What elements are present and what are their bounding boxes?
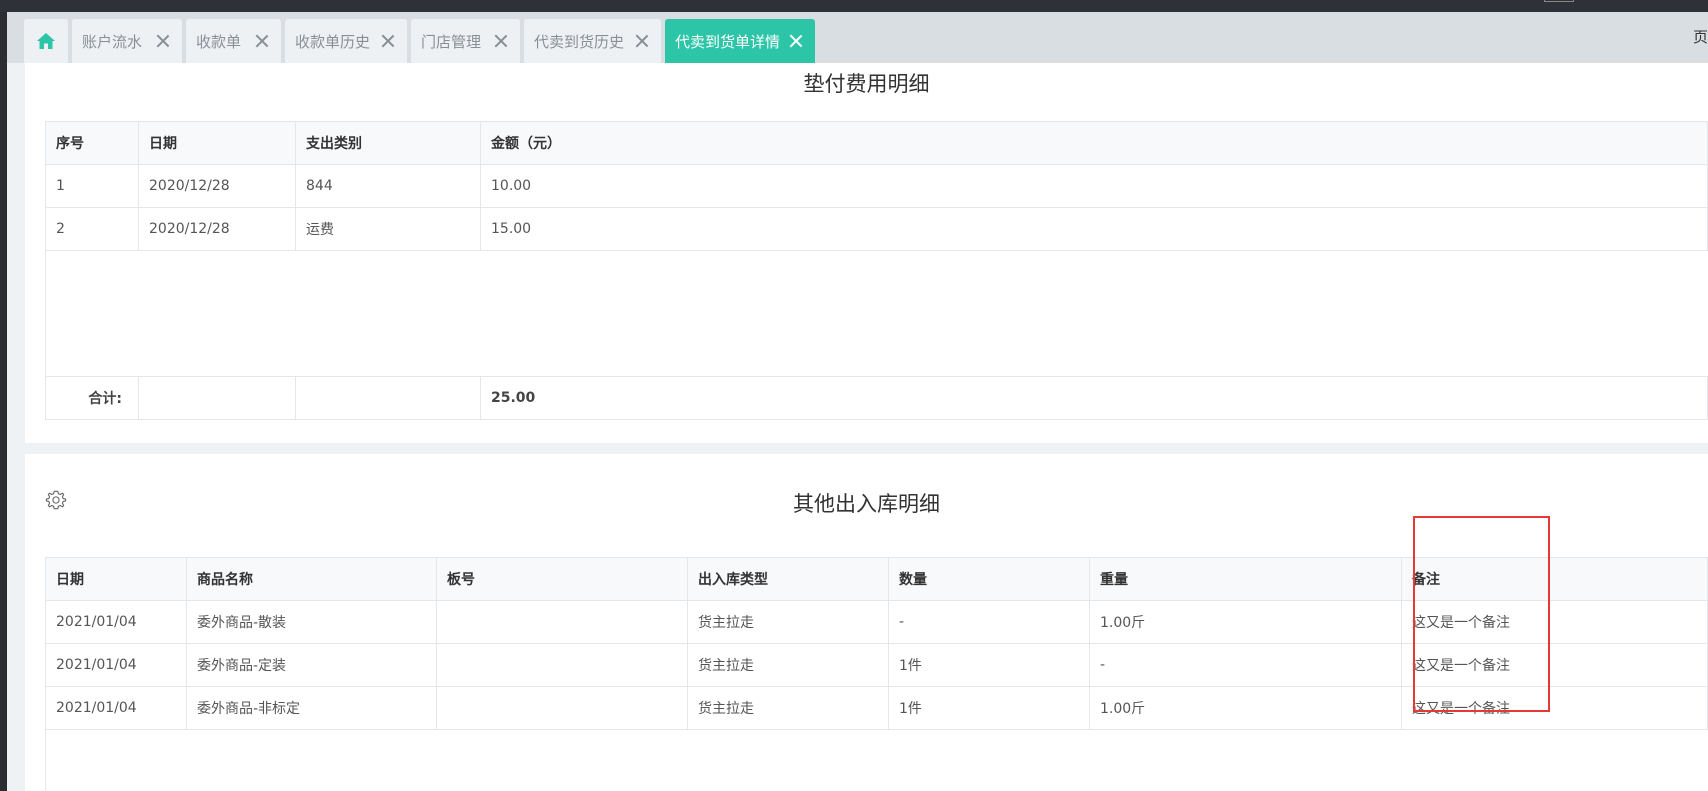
close-icon[interactable] bbox=[253, 32, 271, 50]
table-cell bbox=[436, 600, 688, 644]
empty-area bbox=[45, 250, 1708, 377]
tab-home[interactable] bbox=[24, 19, 68, 63]
tab-label: 门店管理 bbox=[421, 32, 482, 51]
table-cell: 844 bbox=[295, 164, 481, 208]
close-icon[interactable] bbox=[379, 32, 397, 50]
tab-receipt-history[interactable]: 收款单历史 bbox=[285, 19, 407, 63]
tab-label: 收款单历史 bbox=[295, 32, 371, 51]
table-cell: - bbox=[888, 600, 1090, 644]
tab-consign-arrival-detail[interactable]: 代卖到货单详情 bbox=[665, 19, 815, 63]
table-cell: - bbox=[1089, 643, 1402, 687]
table-cell: 委外商品-散装 bbox=[186, 600, 437, 644]
table-header-row: 序号 日期 支出类别 金额（元） bbox=[45, 121, 1708, 165]
advance-fees-title: 垫付费用明细 bbox=[803, 72, 930, 96]
column-header: 序号 bbox=[45, 121, 139, 165]
tab-consign-arrival-history[interactable]: 代卖到货历史 bbox=[524, 19, 661, 63]
table-cell: 委外商品-定装 bbox=[186, 643, 437, 687]
highlight-box bbox=[1413, 516, 1550, 712]
advance-fees-panel: 垫付费用明细 序号 日期 支出类别 金额（元） 1 2020/12/28 844… bbox=[25, 63, 1708, 443]
close-icon[interactable] bbox=[492, 32, 510, 50]
column-header: 日期 bbox=[45, 557, 187, 601]
close-icon[interactable] bbox=[154, 32, 172, 50]
column-header: 商品名称 bbox=[186, 557, 437, 601]
home-icon bbox=[37, 33, 55, 49]
column-header: 数量 bbox=[888, 557, 1090, 601]
tab-label: 代卖到货历史 bbox=[534, 32, 625, 51]
table-cell: 2021/01/04 bbox=[45, 600, 187, 644]
table-cell: 货主拉走 bbox=[687, 643, 889, 687]
table-cell: 货主拉走 bbox=[687, 600, 889, 644]
table-cell: 运费 bbox=[295, 207, 481, 251]
table-cell bbox=[436, 643, 688, 687]
table-cell: 1件 bbox=[888, 643, 1090, 687]
table-row: 2 2020/12/28 运费 15.00 bbox=[45, 207, 1708, 251]
close-icon[interactable] bbox=[787, 32, 805, 50]
table-cell: 2020/12/28 bbox=[138, 207, 296, 251]
advance-fees-table: 序号 日期 支出类别 金额（元） 1 2020/12/28 844 10.00 … bbox=[45, 121, 1708, 420]
close-icon[interactable] bbox=[633, 32, 651, 50]
table-cell: 2020/12/28 bbox=[138, 164, 296, 208]
column-header: 出入库类型 bbox=[687, 557, 889, 601]
tab-label: 账户流水 bbox=[82, 32, 143, 51]
tab-store-management[interactable]: 门店管理 bbox=[411, 19, 520, 63]
table-cell: 2021/01/04 bbox=[45, 643, 187, 687]
table-cell: 1 bbox=[45, 164, 139, 208]
table-cell: 2 bbox=[45, 207, 139, 251]
column-header: 支出类别 bbox=[295, 121, 481, 165]
column-header: 日期 bbox=[138, 121, 296, 165]
total-value: 25.00 bbox=[480, 376, 1708, 420]
tab-label: 收款单 bbox=[196, 32, 242, 51]
total-row: 合计: 25.00 bbox=[45, 376, 1708, 420]
table-cell: 10.00 bbox=[480, 164, 1708, 208]
tab-account-flow[interactable]: 账户流水 bbox=[72, 19, 182, 63]
table-row: 1 2020/12/28 844 10.00 bbox=[45, 164, 1708, 208]
column-header: 板号 bbox=[436, 557, 688, 601]
table-cell: 1.00斤 bbox=[1089, 600, 1402, 644]
tab-receipt[interactable]: 收款单 bbox=[186, 19, 281, 63]
total-label: 合计: bbox=[45, 376, 139, 420]
column-header: 重量 bbox=[1089, 557, 1402, 601]
window-control[interactable] bbox=[1544, 0, 1574, 2]
tab-bar: 账户流水 收款单 收款单历史 门店管理 代卖到货历史 代卖到货单详情 页 bbox=[7, 12, 1708, 63]
other-io-title: 其他出入库明细 bbox=[793, 492, 940, 516]
tab-label: 代卖到货单详情 bbox=[675, 32, 781, 51]
column-header: 金额（元） bbox=[480, 121, 1708, 165]
window-top-bar bbox=[0, 0, 1708, 12]
tabbar-right-text: 页 bbox=[1692, 28, 1708, 46]
table-cell: 15.00 bbox=[480, 207, 1708, 251]
